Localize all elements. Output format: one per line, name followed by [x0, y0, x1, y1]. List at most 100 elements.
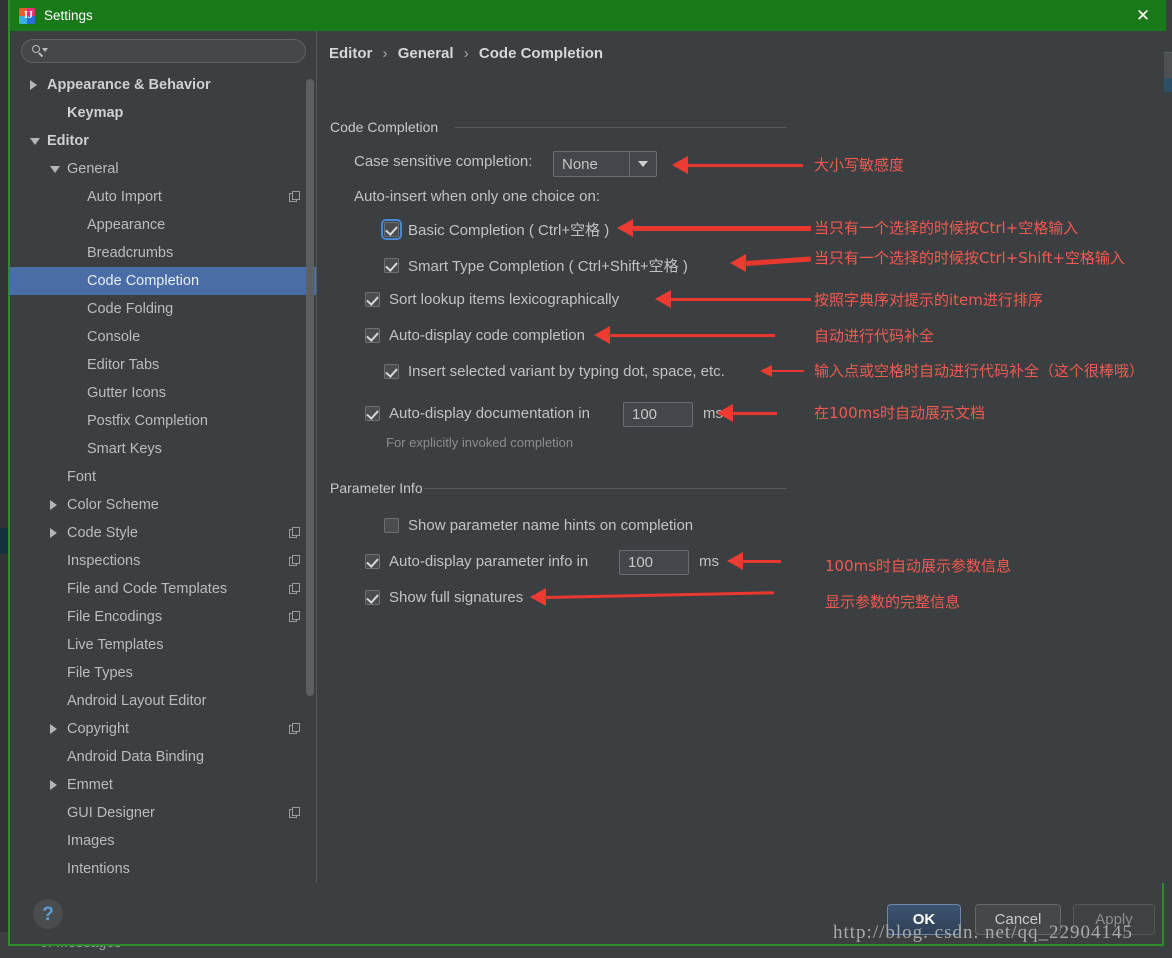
chevron-right-icon[interactable] — [50, 780, 57, 790]
sidebar-item-label: General — [67, 161, 119, 177]
sidebar-item-color-scheme[interactable]: Color Scheme — [10, 491, 317, 519]
sidebar-item-label: Intentions — [67, 861, 130, 877]
close-icon[interactable]: ✕ — [1120, 0, 1166, 31]
sidebar-item-code-folding[interactable]: Code Folding — [10, 295, 317, 323]
sidebar-item-appearance[interactable]: Appearance — [10, 211, 317, 239]
copy-settings-icon[interactable] — [289, 527, 300, 538]
sidebar-item-label: Code Folding — [87, 301, 174, 317]
basic-completion-checkbox[interactable] — [381, 219, 402, 240]
watermark: http://blog. csdn. net/qq_22904145 — [833, 922, 1133, 943]
case-sensitive-select[interactable]: None — [553, 151, 657, 177]
sidebar-item-file-types[interactable]: File Types — [10, 659, 317, 687]
sidebar-item-label: Copyright — [67, 721, 130, 737]
sidebar-item-label: Live Templates — [67, 637, 164, 653]
sidebar-item-label: Font — [67, 469, 97, 485]
sort-lookup-checkbox[interactable] — [365, 292, 380, 307]
copy-settings-icon[interactable] — [289, 807, 300, 818]
annotation-text-6: 输入点或空格时自动进行代码补全（这个很棒哦） — [814, 362, 1145, 380]
sidebar-item-label: Android Layout Editor — [67, 693, 207, 709]
show-param-hints-checkbox[interactable] — [384, 518, 399, 533]
auto-display-code-checkbox[interactable] — [365, 328, 380, 343]
smart-type-completion-checkbox[interactable] — [384, 258, 399, 273]
sidebar-item-auto-import[interactable]: Auto Import — [10, 183, 317, 211]
show-full-signatures-checkbox[interactable] — [365, 590, 380, 605]
auto-display-doc-row[interactable]: Auto-display documentation in — [365, 405, 590, 422]
auto-display-doc-checkbox[interactable] — [365, 406, 380, 421]
auto-display-doc-hint: For explicitly invoked completion — [386, 435, 574, 450]
settings-content: Editor › General › Code Completion Code … — [317, 31, 1164, 883]
smart-type-completion-row[interactable]: Smart Type Completion ( Ctrl+Shift+空格 ) — [384, 255, 688, 276]
sidebar-item-label: Breadcrumbs — [87, 245, 174, 261]
sidebar-item-label: Code Completion — [87, 273, 200, 289]
sidebar-item-emmet[interactable]: Emmet — [10, 771, 317, 799]
sidebar-item-copyright[interactable]: Copyright — [10, 715, 317, 743]
annotation-text-1: 大小写敏感度 — [814, 156, 905, 174]
sidebar-item-font[interactable]: Font — [10, 463, 317, 491]
sidebar-item-breadcrumbs[interactable]: Breadcrumbs — [10, 239, 317, 267]
sidebar-item-file-encodings[interactable]: File Encodings — [10, 603, 317, 631]
chevron-right-icon[interactable] — [30, 80, 37, 90]
show-param-hints-row[interactable]: Show parameter name hints on completion — [384, 517, 693, 534]
copy-settings-icon[interactable] — [289, 583, 300, 594]
copy-settings-icon[interactable] — [289, 723, 300, 734]
sidebar-item-label: File Types — [67, 665, 133, 681]
breadcrumb-general[interactable]: General — [398, 45, 454, 62]
backdrop-left-toolbar — [0, 0, 8, 958]
chevron-down-icon[interactable] — [50, 166, 60, 173]
sidebar-item-label: Auto Import — [87, 189, 162, 205]
search-input[interactable] — [21, 39, 306, 63]
sidebar-item-intentions[interactable]: Intentions — [10, 855, 317, 883]
auto-display-param-input[interactable]: 100 — [619, 550, 689, 575]
copy-settings-icon[interactable] — [289, 611, 300, 622]
sort-lookup-label: Sort lookup items lexicographically — [389, 291, 620, 308]
sidebar-item-editor[interactable]: Editor — [10, 127, 317, 155]
auto-display-code-label: Auto-display code completion — [389, 327, 585, 344]
sidebar-item-smart-keys[interactable]: Smart Keys — [10, 435, 317, 463]
chevron-right-icon[interactable] — [50, 724, 57, 734]
help-button[interactable]: ? — [33, 899, 63, 929]
sidebar-item-gutter-icons[interactable]: Gutter Icons — [10, 379, 317, 407]
sidebar-item-keymap[interactable]: Keymap — [10, 99, 317, 127]
case-sensitive-row: Case sensitive completion: — [354, 153, 532, 170]
sidebar-item-code-style[interactable]: Code Style — [10, 519, 317, 547]
sidebar-item-file-and-code-templates[interactable]: File and Code Templates — [10, 575, 317, 603]
sidebar-item-inspections[interactable]: Inspections — [10, 547, 317, 575]
sidebar-item-label: Images — [67, 833, 115, 849]
auto-display-doc-input[interactable]: 100 — [623, 402, 693, 427]
auto-display-param-checkbox[interactable] — [365, 554, 380, 569]
copy-settings-icon[interactable] — [289, 555, 300, 566]
sidebar-item-code-completion[interactable]: Code Completion — [10, 267, 317, 295]
insert-selected-variant-row[interactable]: Insert selected variant by typing dot, s… — [384, 363, 725, 380]
sidebar-item-appearance-behavior[interactable]: Appearance & Behavior — [10, 71, 317, 99]
sidebar-item-label: Code Style — [67, 525, 138, 541]
search-icon — [32, 44, 48, 58]
show-full-signatures-row[interactable]: Show full signatures — [365, 589, 523, 606]
sidebar-item-gui-designer[interactable]: GUI Designer — [10, 799, 317, 827]
sidebar-item-live-templates[interactable]: Live Templates — [10, 631, 317, 659]
sort-lookup-row[interactable]: Sort lookup items lexicographically — [365, 291, 619, 308]
settings-sidebar: Appearance & Behavior Keymap Editor General… — [10, 31, 317, 883]
chevron-down-icon[interactable] — [629, 152, 656, 176]
insert-selected-variant-checkbox[interactable] — [384, 364, 399, 379]
chevron-down-icon[interactable] — [30, 138, 40, 145]
sidebar-item-console[interactable]: Console — [10, 323, 317, 351]
sidebar-scrollbar-thumb[interactable] — [306, 79, 314, 696]
auto-insert-label: Auto-insert when only one choice on: — [354, 188, 600, 205]
auto-display-param-label: Auto-display parameter info in — [389, 553, 589, 570]
sidebar-item-general[interactable]: General — [10, 155, 317, 183]
basic-completion-row[interactable]: Basic Completion ( Ctrl+空格 ) — [381, 219, 609, 240]
group-title-code-completion: Code Completion — [330, 119, 439, 135]
auto-display-doc-value: 100 — [632, 406, 658, 423]
sidebar-item-android-layout-editor[interactable]: Android Layout Editor — [10, 687, 317, 715]
sidebar-item-postfix-completion[interactable]: Postfix Completion — [10, 407, 317, 435]
sidebar-item-editor-tabs[interactable]: Editor Tabs — [10, 351, 317, 379]
chevron-right-icon[interactable] — [50, 528, 57, 538]
sidebar-item-images[interactable]: Images — [10, 827, 317, 855]
chevron-right-icon[interactable] — [50, 500, 57, 510]
auto-display-param-row[interactable]: Auto-display parameter info in — [365, 553, 588, 570]
group-title-parameter-info: Parameter Info — [330, 480, 423, 496]
sidebar-item-android-data-binding[interactable]: Android Data Binding — [10, 743, 317, 771]
breadcrumb-editor[interactable]: Editor — [329, 45, 372, 62]
copy-settings-icon[interactable] — [289, 191, 300, 202]
auto-display-code-row[interactable]: Auto-display code completion — [365, 327, 585, 344]
